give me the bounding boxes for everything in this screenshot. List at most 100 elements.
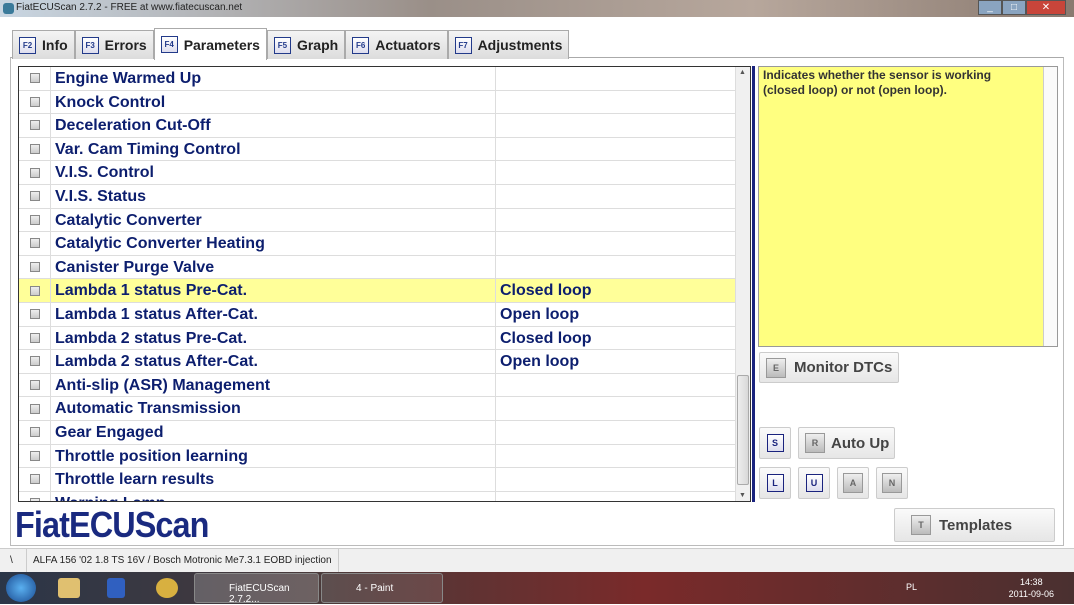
- parameters-table: Engine Warmed Up Knock Control Deceleratio…: [18, 66, 751, 502]
- key-f4-icon: F4: [160, 36, 178, 53]
- table-row[interactable]: Lambda 1 status Pre-Cat. Closed loop: [19, 279, 736, 303]
- row-checkbox[interactable]: [19, 421, 51, 444]
- templates-button[interactable]: T Templates: [894, 508, 1055, 542]
- a-button[interactable]: A: [837, 467, 869, 499]
- explorer-icon[interactable]: [58, 578, 80, 598]
- row-checkbox[interactable]: [19, 232, 51, 255]
- parameter-name: Lambda 1 status After-Cat.: [51, 303, 496, 326]
- tab-label: Actuators: [375, 37, 441, 53]
- table-row[interactable]: Var. Cam Timing Control: [19, 137, 736, 162]
- table-row[interactable]: Canister Purge Valve: [19, 255, 736, 280]
- table-row[interactable]: Throttle position learning: [19, 444, 736, 469]
- parameter-name: Knock Control: [51, 90, 496, 114]
- scroll-down-arrow-icon[interactable]: ▼: [739, 492, 746, 499]
- row-checkbox[interactable]: [19, 255, 51, 279]
- row-checkbox[interactable]: [19, 350, 51, 373]
- key-a-icon: A: [843, 473, 863, 493]
- table-row[interactable]: Catalytic Converter Heating: [19, 232, 736, 256]
- table-row[interactable]: Gear Engaged: [19, 421, 736, 445]
- parameter-value: [496, 256, 736, 279]
- tab-adjustments[interactable]: F7 Adjustments: [447, 30, 570, 59]
- table-row[interactable]: V.I.S. Control: [19, 161, 736, 185]
- table-row[interactable]: Deceleration Cut-Off: [19, 114, 736, 138]
- table-row[interactable]: Engine Warmed Up: [19, 67, 736, 91]
- parameter-name: Anti-slip (ASR) Management: [51, 373, 496, 397]
- monitor-dtcs-button[interactable]: E Monitor DTCs: [759, 352, 899, 383]
- row-checkbox[interactable]: [19, 444, 51, 468]
- key-f6-icon: F6: [352, 36, 370, 54]
- row-checkbox[interactable]: [19, 137, 51, 161]
- row-checkbox[interactable]: [19, 161, 51, 184]
- key-s-icon: S: [766, 434, 784, 452]
- media-player-icon[interactable]: [107, 578, 125, 598]
- tab-info[interactable]: F2 Info: [12, 30, 75, 59]
- start-button[interactable]: [6, 574, 36, 602]
- table-row[interactable]: Catalytic Converter: [19, 208, 736, 233]
- row-checkbox[interactable]: [19, 67, 51, 90]
- tab-graph[interactable]: F5 Graph: [266, 30, 346, 59]
- app-icon-pinned[interactable]: [156, 578, 178, 598]
- minimize-button[interactable]: _: [978, 0, 1002, 15]
- parameter-value: [496, 91, 736, 114]
- table-scrollbar[interactable]: ▲ ▼: [735, 67, 750, 501]
- row-checkbox[interactable]: [19, 373, 51, 397]
- row-checkbox[interactable]: [19, 491, 51, 501]
- table-row[interactable]: Lambda 1 status After-Cat. Open loop: [19, 303, 736, 327]
- scroll-up-arrow-icon[interactable]: ▲: [739, 69, 746, 76]
- parameter-value: [496, 67, 736, 90]
- row-checkbox[interactable]: [19, 303, 51, 326]
- row-checkbox[interactable]: [19, 279, 51, 302]
- parameter-name: Var. Cam Timing Control: [51, 137, 496, 161]
- task-paint[interactable]: 4 - Paint: [321, 573, 443, 603]
- splitter[interactable]: [752, 66, 755, 502]
- tab-parameters[interactable]: F4 Parameters: [153, 28, 267, 60]
- maximize-button[interactable]: □: [1002, 0, 1026, 15]
- table-row[interactable]: Lambda 2 status Pre-Cat. Closed loop: [19, 326, 736, 351]
- parameter-value: [496, 185, 736, 208]
- table-row[interactable]: Lambda 2 status After-Cat. Open loop: [19, 350, 736, 374]
- tab-errors[interactable]: F3 Errors: [74, 30, 154, 59]
- parameter-name: Engine Warmed Up: [51, 67, 496, 90]
- parameter-name: V.I.S. Control: [51, 161, 496, 184]
- language-indicator[interactable]: PL: [906, 582, 917, 592]
- n-button[interactable]: N: [876, 467, 908, 499]
- parameter-name: Lambda 2 status Pre-Cat.: [51, 326, 496, 350]
- task-fiatecuscan[interactable]: FiatECUScan 2.7.2...: [194, 573, 319, 605]
- table-row[interactable]: Automatic Transmission: [19, 397, 736, 421]
- table-row[interactable]: Knock Control: [19, 90, 736, 115]
- parameter-name: Lambda 1 status Pre-Cat.: [51, 279, 496, 302]
- key-t-icon: T: [911, 515, 931, 535]
- parameter-value: [496, 161, 736, 184]
- row-checkbox[interactable]: [19, 468, 51, 491]
- row-checkbox[interactable]: [19, 397, 51, 420]
- title-bar: FiatECUScan 2.7.2 - FREE at www.fiatecus…: [0, 0, 1074, 17]
- tab-actuators[interactable]: F6 Actuators: [345, 30, 448, 59]
- s-button[interactable]: S: [759, 427, 791, 459]
- auto-up-button[interactable]: R Auto Up: [798, 427, 895, 459]
- key-u-icon: U: [805, 474, 823, 492]
- table-row[interactable]: Anti-slip (ASR) Management: [19, 373, 736, 398]
- scrollbar-thumb[interactable]: [737, 375, 749, 485]
- task-label: FiatECUScan 2.7.2...: [229, 583, 290, 605]
- table-row[interactable]: V.I.S. Status: [19, 185, 736, 209]
- clock-time: 14:38: [1020, 577, 1043, 587]
- row-checkbox[interactable]: [19, 326, 51, 350]
- l-button[interactable]: L: [759, 467, 791, 499]
- key-f5-icon: F5: [273, 36, 291, 54]
- parameter-name: Gear Engaged: [51, 421, 496, 444]
- row-checkbox[interactable]: [19, 114, 51, 137]
- u-button[interactable]: U: [798, 467, 830, 499]
- close-button[interactable]: ✕: [1026, 0, 1066, 15]
- parameter-value: Open loop: [500, 306, 580, 323]
- parameter-value: [496, 209, 736, 232]
- table-row[interactable]: Throttle learn results: [19, 468, 736, 492]
- clock[interactable]: 14:38 2011-09-06: [1009, 576, 1054, 600]
- row-checkbox[interactable]: [19, 208, 51, 232]
- table-row[interactable]: Warning Lamp: [19, 491, 736, 501]
- row-checkbox[interactable]: [19, 185, 51, 208]
- row-checkbox[interactable]: [19, 90, 51, 114]
- parameter-name: Throttle learn results: [51, 468, 496, 491]
- help-scrollbar[interactable]: [1043, 67, 1057, 346]
- parameter-value: [496, 445, 736, 468]
- tab-label: Errors: [104, 37, 147, 53]
